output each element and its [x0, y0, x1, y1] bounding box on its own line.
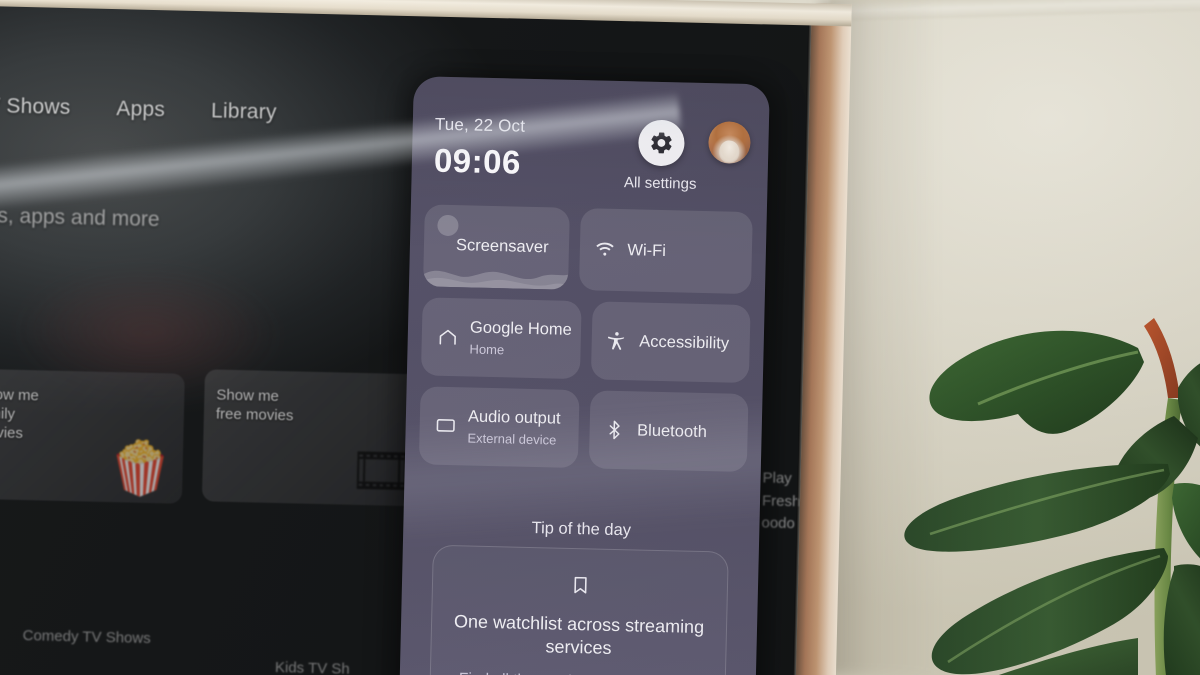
tile-bluetooth-texts: Bluetooth — [637, 421, 707, 442]
tile-row-3: Audio output External device Bluetooth — [418, 386, 749, 473]
tip-title: One watchlist across streaming services — [453, 611, 705, 659]
tv-search-hint[interactable]: ows, apps and more — [0, 204, 160, 232]
suggestion-card-free-movies[interactable]: Show me free movies 🎞 — [201, 369, 427, 507]
tile-google-home[interactable]: Google Home Home — [420, 297, 582, 380]
quick-settings-tiles: Screensaver Wi-Fi Google Home Home Acces… — [418, 204, 753, 483]
tile-accessibility-texts: Accessibility — [639, 332, 729, 353]
tile-wifi[interactable]: Wi-Fi — [578, 208, 753, 295]
tip-of-the-day-heading: Tip of the day — [531, 519, 632, 540]
tv-nav-tabs: TV Shows Apps Library — [0, 94, 277, 125]
tab-library[interactable]: Library — [211, 99, 277, 125]
tile-row-2: Google Home Home Accessibility — [420, 297, 751, 384]
tile-screensaver[interactable]: Screensaver — [422, 204, 570, 290]
tile-wifi-texts: Wi-Fi — [627, 241, 666, 261]
screensaver-sun-icon — [437, 214, 459, 237]
tile-audio-output-subtitle: External device — [467, 430, 557, 448]
wifi-icon — [593, 238, 617, 261]
tile-accessibility[interactable]: Accessibility — [590, 301, 751, 384]
avatar[interactable] — [707, 121, 751, 165]
tile-bluetooth[interactable]: Bluetooth — [588, 390, 749, 473]
tv-screen: TV Shows Apps Library ows, apps and more… — [0, 3, 812, 675]
tip-body: Find all the movies and shows that you'v… — [448, 669, 707, 675]
row-label-kids-tv-shows: Kids TV Sh — [274, 659, 350, 675]
tab-apps[interactable]: Apps — [116, 97, 165, 122]
popcorn-icon: 🍿 — [107, 439, 174, 499]
tile-google-home-subtitle: Home — [469, 341, 505, 358]
suggestion-card-family-movies[interactable]: Show me family movies 🍿 — [0, 368, 185, 504]
screenshot-scene: TV Shows Apps Library ows, apps and more… — [0, 0, 1200, 675]
houseplant — [838, 248, 1200, 675]
tile-audio-output-texts: Audio output External device — [467, 407, 561, 447]
tv-icon — [433, 415, 457, 438]
bluetooth-icon — [603, 419, 627, 442]
tile-row-1: Screensaver Wi-Fi — [422, 204, 753, 295]
tile-bluetooth-label: Bluetooth — [636, 420, 708, 441]
suggestion-card-label: Show me family movies — [0, 385, 40, 443]
right-edge-row-text: Play Fresh oodo — [761, 469, 801, 533]
landscape-icon — [422, 252, 568, 290]
tile-audio-output[interactable]: Audio output External device — [418, 386, 580, 469]
tab-tv-shows[interactable]: TV Shows — [0, 94, 71, 120]
suggestion-card-label: Show me free movies — [215, 386, 294, 425]
all-settings-label: All settings — [623, 174, 697, 193]
tile-accessibility-label: Accessibility — [639, 332, 730, 353]
tile-audio-output-label: Audio output — [467, 407, 561, 428]
tile-google-home-texts: Google Home Home — [469, 318, 573, 359]
tile-google-home-label: Google Home — [469, 318, 573, 339]
row-label-comedy-tv-shows: Comedy TV Shows — [22, 627, 151, 648]
tile-wifi-label: Wi-Fi — [627, 240, 667, 260]
tip-of-the-day-card[interactable]: One watchlist across streaming services … — [428, 544, 729, 675]
television: TV Shows Apps Library ows, apps and more… — [0, 0, 852, 675]
accessibility-icon — [605, 330, 629, 353]
home-icon — [436, 326, 460, 349]
bookmark-icon — [451, 570, 709, 600]
quick-settings-panel: Tue, 22 Oct 09:06 All settings — [399, 76, 770, 675]
